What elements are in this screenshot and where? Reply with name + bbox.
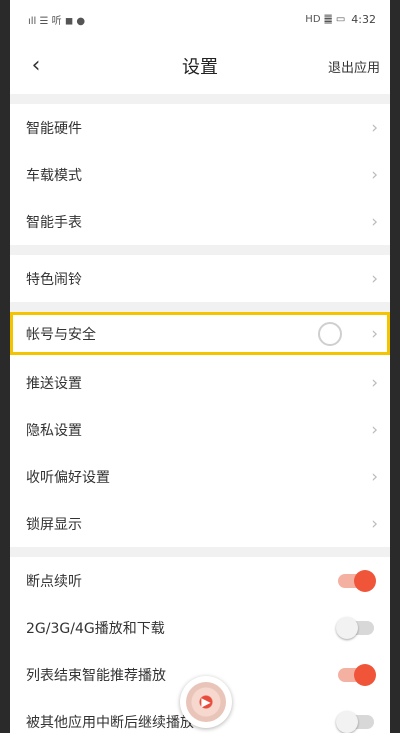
toggle-switch[interactable] <box>338 663 376 686</box>
chevron-right-icon: › <box>371 164 378 185</box>
chevron-right-icon: › <box>371 372 378 393</box>
settings-screen: ıll ☰ 听 ◼ ● HD ䷀ ▭ 4:32 ‹ 设置 退出应用 智能硬件 ›… <box>10 0 390 733</box>
settings-group-account: 帐号与安全 › 推送设置 › 隐私设置 › 收听偏好设置 › 锁屏显示 › <box>10 312 390 547</box>
row-listening-preferences[interactable]: 收听偏好设置 › <box>10 453 390 500</box>
row-resume-playback: 断点续听 <box>10 557 390 604</box>
row-label: 智能手表 <box>26 214 82 231</box>
row-label: 特色闹铃 <box>26 271 82 288</box>
settings-group-hardware: 智能硬件 › 车载模式 › 智能手表 › <box>10 104 390 245</box>
exit-app-button[interactable]: 退出应用 <box>328 57 380 76</box>
row-account-security[interactable]: 帐号与安全 › <box>10 312 390 355</box>
row-push-settings[interactable]: 推送设置 › <box>10 359 390 406</box>
toggle-switch[interactable] <box>336 710 374 733</box>
nav-bar: ‹ 设置 退出应用 <box>10 38 390 94</box>
floating-player-button[interactable]: ▶ <box>180 676 232 728</box>
status-time: 4:32 <box>351 12 376 26</box>
chevron-right-icon: › <box>371 323 378 344</box>
status-icons-left: ıll ☰ 听 ◼ ● <box>28 15 86 27</box>
chevron-right-icon: › <box>371 419 378 440</box>
chevron-right-icon: › <box>371 268 378 289</box>
row-label: 锁屏显示 <box>26 516 82 533</box>
toggle-switch[interactable] <box>338 569 376 592</box>
row-label: 隐私设置 <box>26 422 82 439</box>
chevron-right-icon: › <box>371 117 378 138</box>
row-car-mode[interactable]: 车载模式 › <box>10 151 390 198</box>
row-smart-watch[interactable]: 智能手表 › <box>10 198 390 245</box>
toggle-switch[interactable] <box>336 616 374 639</box>
row-label: 车载模式 <box>26 167 82 184</box>
row-privacy-settings[interactable]: 隐私设置 › <box>10 406 390 453</box>
row-label: 被其他应用中断后继续播放 <box>26 714 194 731</box>
row-label: 收听偏好设置 <box>26 469 110 486</box>
row-special-alarm[interactable]: 特色闹铃 › <box>10 255 390 302</box>
status-bar: ıll ☰ 听 ◼ ● HD ䷀ ▭ 4:32 <box>10 0 390 38</box>
row-label: 列表结束智能推荐播放 <box>26 667 166 684</box>
chevron-right-icon: › <box>371 211 378 232</box>
album-art-icon: ▶ <box>186 682 226 722</box>
row-label: 断点续听 <box>26 573 82 590</box>
row-smart-hardware[interactable]: 智能硬件 › <box>10 104 390 151</box>
chevron-right-icon: › <box>371 513 378 534</box>
row-mobile-data-playback: 2G/3G/4G播放和下载 <box>10 604 390 651</box>
status-icons-right: HD ䷀ ▭ <box>305 13 346 25</box>
chevron-right-icon: › <box>371 466 378 487</box>
row-label: 智能硬件 <box>26 120 82 137</box>
settings-group-alarm: 特色闹铃 › <box>10 255 390 302</box>
row-lockscreen-display[interactable]: 锁屏显示 › <box>10 500 390 547</box>
back-arrow-icon[interactable]: ‹ <box>24 52 48 80</box>
row-label: 2G/3G/4G播放和下载 <box>26 620 165 637</box>
row-label: 推送设置 <box>26 375 82 392</box>
row-label: 帐号与安全 <box>26 326 96 343</box>
touch-indicator-icon <box>318 321 342 346</box>
